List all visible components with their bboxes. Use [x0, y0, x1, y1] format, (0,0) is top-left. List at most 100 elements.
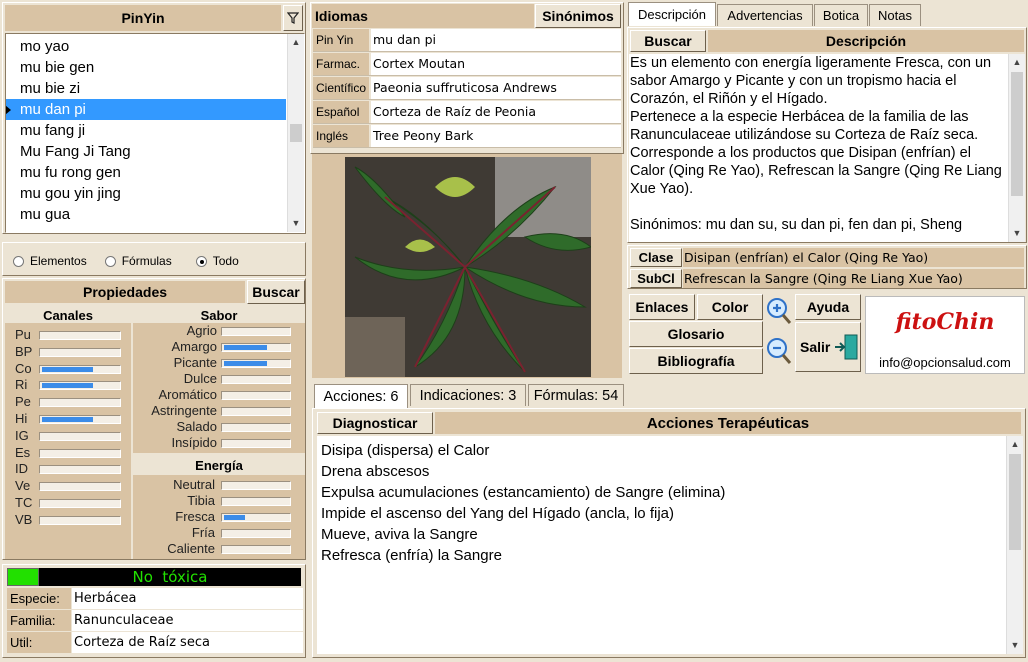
- tab-acciones[interactable]: Acciones: 6: [314, 384, 408, 408]
- idioma-value[interactable]: mu dan pi: [371, 29, 621, 51]
- canales-level-bar: [39, 347, 121, 357]
- radio-frmulas[interactable]: Fórmulas: [104, 254, 172, 268]
- description-paragraph: Sinónimos: mu dan su, su dan pi, fen dan…: [630, 217, 963, 233]
- salir-button[interactable]: Salir: [795, 322, 861, 372]
- propiedades-search-button[interactable]: Buscar: [247, 280, 305, 304]
- zoom-in-icon[interactable]: [765, 296, 793, 326]
- sabor-row: Picante: [133, 355, 305, 371]
- info-row: Especie: Herbácea: [7, 588, 303, 609]
- acciones-list[interactable]: Disipa (dispersa) el Calor Drena abscesos…: [317, 436, 1023, 654]
- description-scrollbar[interactable]: ▲ ▼: [1008, 54, 1025, 242]
- pinyin-scrollbar[interactable]: ▲ ▼: [287, 34, 304, 232]
- pinyin-list-item[interactable]: mo yao: [6, 36, 286, 57]
- clase-label: Clase: [638, 250, 674, 265]
- diagnosticar-button[interactable]: Diagnosticar: [317, 412, 433, 434]
- scroll-thumb[interactable]: [1011, 72, 1023, 196]
- description-search-button[interactable]: Buscar: [630, 30, 706, 52]
- pinyin-list-item[interactable]: mu bie zi: [6, 78, 286, 99]
- sabor-label: Astringente: [151, 403, 217, 418]
- idioma-row: Pin Yin mu dan pi: [313, 29, 621, 52]
- idioma-value[interactable]: Tree Peony Bark: [371, 125, 621, 147]
- sabor-section: Sabor Agrio Amargo Picante Dulce Aromático As…: [133, 307, 305, 453]
- scroll-thumb[interactable]: [290, 124, 302, 142]
- scroll-down-icon[interactable]: ▼: [1009, 225, 1025, 242]
- scroll-down-icon[interactable]: ▼: [1007, 637, 1023, 654]
- sabor-row: Amargo: [133, 339, 305, 355]
- tab-descripcin[interactable]: Descripción: [628, 2, 716, 26]
- idioma-key: Inglés: [313, 125, 369, 147]
- idioma-value[interactable]: Paeonia suffruticosa Andrews: [371, 77, 621, 99]
- sabor-level-bar: [221, 423, 291, 432]
- acciones-scrollbar[interactable]: ▲ ▼: [1006, 436, 1023, 654]
- pinyin-panel: PinYin mo yao mu bie gen mu bie zi mu dan p…: [2, 2, 306, 234]
- radio-button-icon[interactable]: [104, 255, 116, 267]
- description-panel: Buscar Descripción Es un elemento con en…: [627, 27, 1027, 243]
- canales-level-bar: [39, 515, 121, 525]
- radio-button-icon[interactable]: [13, 255, 24, 267]
- glosario-button[interactable]: Glosario: [629, 321, 763, 347]
- sinonimos-button[interactable]: Sinónimos: [535, 4, 621, 28]
- sabor-row: Salado: [133, 419, 305, 435]
- energia-row: Neutral: [133, 477, 305, 493]
- enlaces-label: Enlaces: [635, 299, 689, 315]
- energia-label: Fresca: [175, 509, 215, 524]
- radio-button-icon[interactable]: [195, 255, 207, 267]
- acciones-title: Acciones Terapéuticas: [646, 414, 810, 432]
- radio-todo[interactable]: Todo: [195, 254, 239, 268]
- pinyin-list-item[interactable]: mu gou yin jing: [6, 183, 286, 204]
- tab-advertencias[interactable]: Advertencias: [717, 4, 813, 26]
- logo-email: info@opcionsalud.com: [879, 355, 1011, 370]
- canales-row: Hi: [5, 411, 131, 428]
- tab-botica[interactable]: Botica: [814, 4, 868, 26]
- radio-elementos[interactable]: Elementos: [13, 254, 87, 268]
- sabor-level-bar: [221, 343, 291, 352]
- pinyin-list-item[interactable]: mu fu rong gen: [6, 162, 286, 183]
- energia-level-bar: [221, 481, 291, 490]
- canales-level-fill: [42, 417, 93, 422]
- scroll-up-icon[interactable]: ▲: [288, 34, 304, 51]
- pinyin-list-item[interactable]: mu bie gen: [6, 57, 286, 78]
- sabor-row: Astringente: [133, 403, 305, 419]
- canales-row: Pe: [5, 394, 131, 411]
- scroll-up-icon[interactable]: ▲: [1007, 436, 1023, 453]
- energia-row: Fresca: [133, 509, 305, 525]
- subcl-button[interactable]: SubCl: [630, 269, 682, 288]
- accion-item[interactable]: Mueve, aviva la Sangre: [321, 524, 1003, 545]
- pinyin-list-item[interactable]: mu gua: [6, 204, 286, 225]
- accion-item[interactable]: Disipa (dispersa) el Calor: [321, 440, 1003, 461]
- tab-indicaciones[interactable]: Indicaciones: 3: [410, 384, 526, 406]
- zoom-out-icon[interactable]: [765, 336, 793, 366]
- sabor-label: Insípido: [171, 435, 217, 450]
- accion-item[interactable]: Impide el ascenso del Yang del Hígado (a…: [321, 503, 1003, 524]
- bibliografia-button[interactable]: Bibliografía: [629, 348, 763, 374]
- pinyin-list-item[interactable]: Mu Fang Ji Tang: [6, 141, 286, 162]
- color-button[interactable]: Color: [697, 294, 763, 320]
- clase-button[interactable]: Clase: [630, 248, 682, 267]
- plant-image-area: [312, 154, 622, 378]
- energia-level-bar: [221, 545, 291, 554]
- sinonimos-label: Sinónimos: [542, 8, 614, 24]
- pinyin-list[interactable]: mo yao mu bie gen mu bie zi mu dan pi mu fan…: [5, 33, 305, 233]
- accion-item[interactable]: Expulsa acumulaciones (estancamiento) de…: [321, 482, 1003, 503]
- description-text-area[interactable]: Es un elemento con energía ligeramente F…: [629, 54, 1025, 242]
- energia-level-bar: [221, 497, 291, 506]
- scroll-thumb[interactable]: [1009, 454, 1021, 550]
- tab-notas[interactable]: Notas: [869, 4, 921, 26]
- scroll-down-icon[interactable]: ▼: [288, 215, 304, 232]
- idioma-value[interactable]: Cortex Moutan: [371, 53, 621, 75]
- tab-frmulas[interactable]: Fórmulas: 54: [528, 384, 624, 406]
- canales-level-fill: [42, 366, 93, 372]
- scroll-up-icon[interactable]: ▲: [1009, 54, 1025, 71]
- acciones-header: Acciones Terapéuticas: [435, 412, 1021, 434]
- subcl-value: Refrescan la Sangre (Qing Re Liang Xue Y…: [683, 269, 1024, 288]
- accion-item[interactable]: Drena abscesos: [321, 461, 1003, 482]
- filter-icon[interactable]: [283, 5, 303, 31]
- sabor-level-bar: [221, 359, 291, 368]
- ayuda-button[interactable]: Ayuda: [795, 294, 861, 320]
- pinyin-list-item[interactable]: mu fang ji: [6, 120, 286, 141]
- idioma-value[interactable]: Corteza de Raíz de Peonia: [371, 101, 621, 123]
- enlaces-button[interactable]: Enlaces: [629, 294, 695, 320]
- row-selector-icon: [6, 105, 11, 115]
- accion-item[interactable]: Refresca (enfría) la Sangre: [321, 545, 1003, 566]
- pinyin-list-item[interactable]: mu dan pi: [6, 99, 286, 120]
